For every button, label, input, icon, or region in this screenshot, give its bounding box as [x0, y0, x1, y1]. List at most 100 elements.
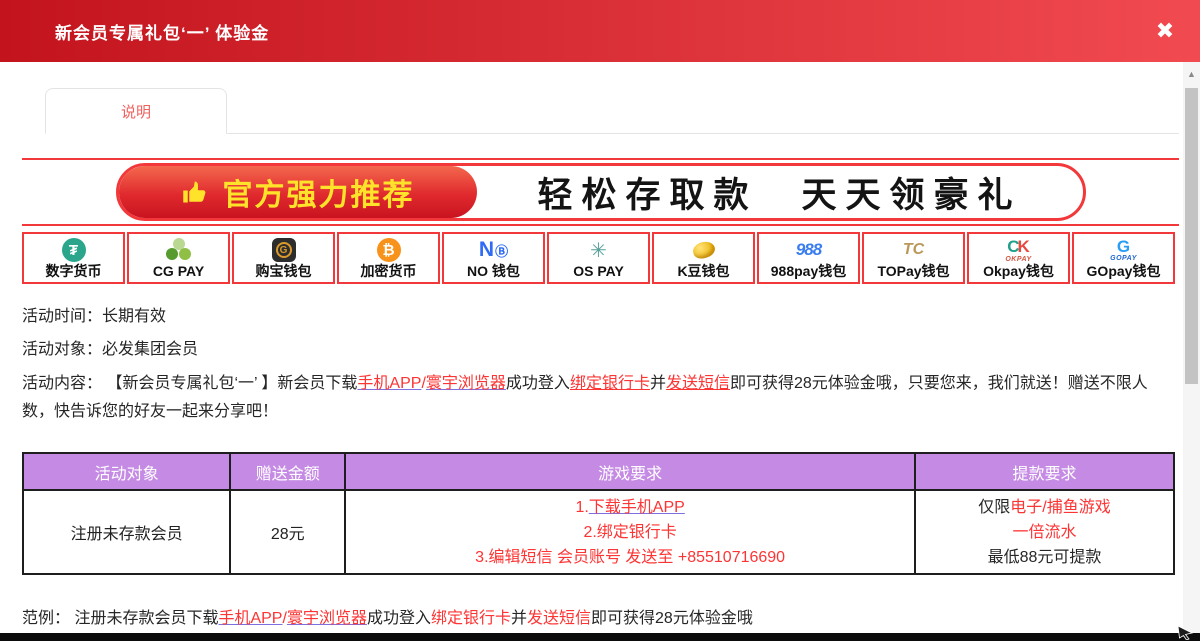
payment-cell-kdou: K豆钱包 [652, 232, 755, 284]
tab-shuoming[interactable]: 说明 [45, 88, 227, 134]
activity-time-value: 长期有效 [102, 308, 166, 325]
promo-banner-section: 官方强力推荐 轻松存取款 天天领豪礼 [22, 158, 1179, 226]
activity-target-value: 必发集团会员 [102, 341, 198, 358]
kdou-bean-icon [691, 239, 716, 260]
requirement-line: 一倍流水 [916, 520, 1173, 545]
okpay-icon: CK OKPAY [1005, 237, 1031, 263]
scroll-up-arrow-icon[interactable]: ▲ [1183, 62, 1200, 79]
payment-cell-goubao: G 购宝钱包 [232, 232, 335, 284]
payment-cell-cgpay: CG PAY [127, 232, 230, 284]
badge-label: 官方强力推荐 [223, 170, 415, 214]
payment-cell-no-wallet: NⒷ NO 钱包 [442, 232, 545, 284]
payment-label: K豆钱包 [677, 263, 729, 280]
promo-banner: 官方强力推荐 轻松存取款 天天领豪礼 [116, 163, 1086, 221]
payment-cell-topay: TC TOPay钱包 [862, 232, 965, 284]
banner-headline: 轻松存取款 天天领豪礼 [477, 167, 1083, 218]
promo-table: 活动对象 赠送金额 游戏要求 提款要求 注册未存款会员 28元 1.下载手机AP… [22, 452, 1175, 575]
payment-label: 988pay钱包 [771, 263, 846, 280]
inline-link[interactable]: 手机APP [357, 375, 421, 392]
requirement-line: 3.编辑短信 会员账号 发送至 +85510716690 [346, 545, 914, 570]
ospay-icon: ✳ [590, 238, 607, 263]
text-segment: 仅限 [978, 499, 1010, 516]
text-segment: 最低88元可提款 [988, 549, 1102, 566]
payment-label: 数字货币 [46, 263, 102, 280]
inline-link[interactable]: 手机APP [218, 610, 282, 627]
payment-cell-bitcoin: ₿ 加密货币 [337, 232, 440, 284]
requirement-line: 2.绑定银行卡 [346, 520, 914, 545]
official-recommend-badge: 官方强力推荐 [119, 166, 477, 218]
payment-cell-gopay: G GOPAY GOpay钱包 [1072, 232, 1175, 284]
close-icon[interactable]: ✖ [1150, 16, 1180, 46]
text-segment: 1. [575, 499, 588, 516]
text-segment: 范例： 注册未存款会员下载 [22, 610, 218, 627]
gopay-icon: G GOPAY [1110, 237, 1137, 263]
text-segment: 绑定银行卡 [431, 610, 511, 627]
cell-target: 注册未存款会员 [23, 490, 230, 574]
mouse-cursor-icon [1177, 625, 1195, 640]
payment-cell-okpay: CK OKPAY Okpay钱包 [967, 232, 1070, 284]
col-header-amount: 赠送金额 [230, 453, 345, 490]
inline-link[interactable]: 发送短信 [666, 375, 730, 392]
example-line: 范例： 注册未存款会员下载手机APP/寰宇浏览器成功登入绑定银行卡并发送短信即可… [22, 605, 1175, 633]
col-header-game-req: 游戏要求 [345, 453, 915, 490]
scrollbar-track[interactable]: ▲ [1183, 62, 1200, 633]
cell-game-requirements: 1.下载手机APP 2.绑定银行卡 3.编辑短信 会员账号 发送至 +8551071… [345, 490, 915, 574]
modal-header: 新会员专属礼包‘一’ 体验金 ✖ [0, 0, 1200, 62]
activity-target-line: 活动对象：必发集团会员 [22, 337, 1179, 363]
scrollbar-thumb[interactable] [1185, 88, 1198, 384]
thumbs-up-icon [181, 177, 211, 207]
text-segment: 一倍流水 [1012, 524, 1076, 541]
divider-line-top [22, 158, 1179, 160]
table-header-row: 活动对象 赠送金额 游戏要求 提款要求 [23, 453, 1174, 490]
modal-title: 新会员专属礼包‘一’ 体验金 [55, 19, 269, 44]
tab-bar: 说明 [45, 88, 1179, 134]
text-segment: 活动内容： 【新会员专属礼包‘一’ 】新会员下载 [22, 375, 357, 392]
inline-link[interactable]: 下载手机APP [589, 499, 685, 516]
payment-label: NO 钱包 [467, 263, 520, 280]
inline-link[interactable]: 绑定银行卡 [570, 375, 650, 392]
bitcoin-icon: ₿ [377, 238, 401, 262]
text-segment: 成功登入 [506, 375, 570, 392]
activity-time-line: 活动时间：长期有效 [22, 304, 1179, 330]
text-segment: 2.绑定银行卡 [583, 524, 676, 541]
activity-details: 活动时间：长期有效 活动对象：必发集团会员 活动内容： 【新会员专属礼包‘一’ … [22, 304, 1179, 426]
cell-amount: 28元 [230, 490, 345, 574]
inline-link[interactable]: 寰宇浏览器 [287, 610, 367, 627]
payment-cell-988pay: 988 988pay钱包 [757, 232, 860, 284]
requirement-line: 最低88元可提款 [916, 545, 1173, 570]
topay-icon: TC [903, 241, 924, 259]
payment-label: GOpay钱包 [1087, 263, 1161, 280]
payment-cell-ospay: ✳ OS PAY [547, 232, 650, 284]
text-segment: 成功登入 [367, 610, 431, 627]
payment-cell-tether: ₮ 数字货币 [22, 232, 125, 284]
col-header-target: 活动对象 [23, 453, 230, 490]
cell-withdraw-requirements: 仅限电子/捕鱼游戏一倍流水最低88元可提款 [915, 490, 1174, 574]
text-segment: 即可获得28元体验金哦 [591, 610, 753, 627]
text-segment: 并 [650, 375, 666, 392]
cgpay-icon [166, 238, 192, 262]
goubao-wallet-icon: G [272, 238, 296, 262]
text-segment: 并 [511, 610, 527, 627]
bottom-edge-bar [0, 633, 1200, 641]
requirement-line: 1.下载手机APP [346, 495, 914, 520]
activity-target-label: 活动对象： [22, 341, 102, 358]
activity-time-label: 活动时间： [22, 308, 102, 325]
text-segment: 3.编辑短信 会员账号 发送至 +85510716690 [475, 549, 785, 566]
requirement-line: 仅限电子/捕鱼游戏 [916, 495, 1173, 520]
activity-content-paragraph: 活动内容： 【新会员专属礼包‘一’ 】新会员下载手机APP/寰宇浏览器成功登入绑… [22, 370, 1175, 426]
no-wallet-icon: NⒷ [479, 237, 508, 263]
payment-label: Okpay钱包 [983, 263, 1054, 280]
payment-label: OS PAY [573, 263, 624, 280]
inline-link[interactable]: 寰宇浏览器 [426, 375, 506, 392]
text-segment: 电子/捕鱼游戏 [1010, 499, 1110, 516]
col-header-withdraw-req: 提款要求 [915, 453, 1174, 490]
payment-label: TOPay钱包 [877, 263, 949, 280]
payment-label: CG PAY [153, 263, 204, 280]
payment-label: 加密货币 [361, 263, 417, 280]
payment-methods-row: ₮ 数字货币 CG PAY G 购宝钱包 ₿ 加密货币 NⒷ NO 钱包 ✳ O… [22, 232, 1175, 284]
tether-icon: ₮ [62, 238, 86, 262]
988pay-icon: 988 [796, 240, 821, 260]
payment-label: 购宝钱包 [256, 263, 312, 280]
divider-line-bottom [22, 224, 1179, 226]
table-row: 注册未存款会员 28元 1.下载手机APP 2.绑定银行卡 3.编辑短信 会员账号 … [23, 490, 1174, 574]
